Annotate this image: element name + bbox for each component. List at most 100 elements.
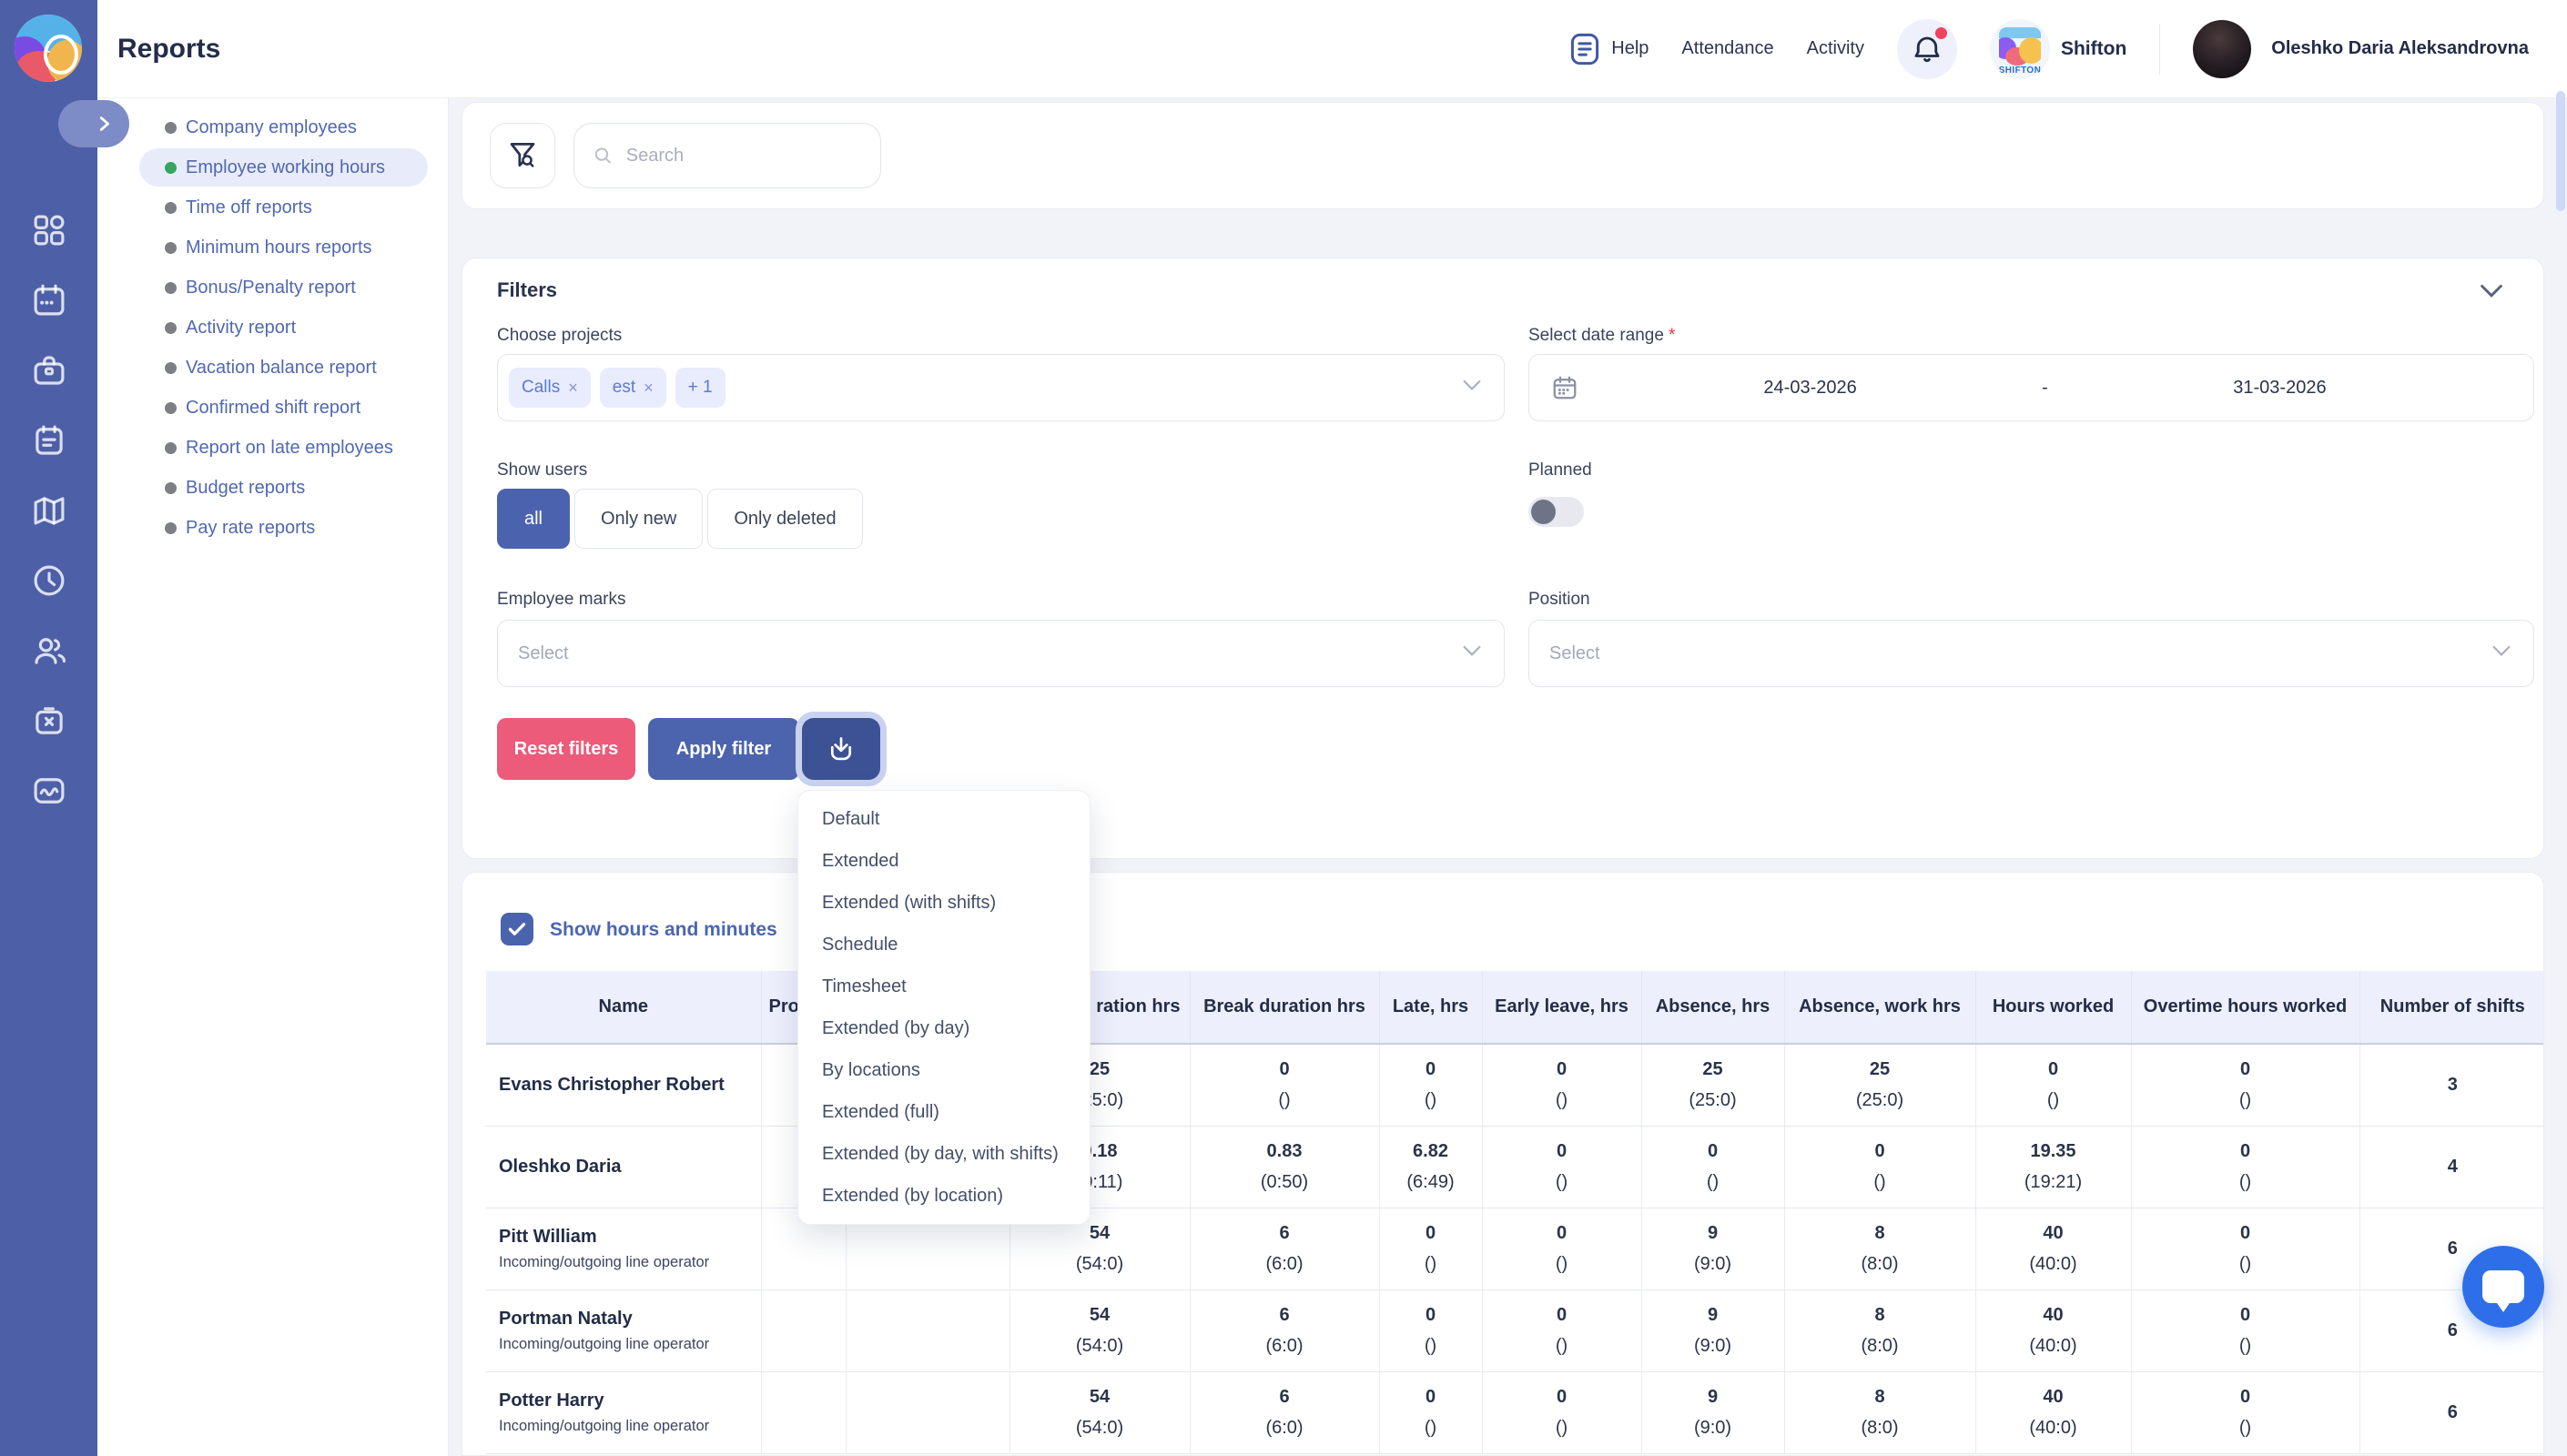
- dot-icon: [165, 282, 177, 294]
- brand-group[interactable]: SHIFTON Shifton: [1990, 19, 2126, 79]
- column-header: Name: [486, 971, 761, 1044]
- archive-x-icon[interactable]: [30, 702, 68, 740]
- table-row[interactable]: Pitt WilliamIncoming/outgoing line opera…: [486, 1208, 2544, 1289]
- apply-filter-button[interactable]: Apply filter: [648, 718, 799, 780]
- checkmark-icon: [507, 921, 527, 937]
- remove-chip-icon[interactable]: ×: [568, 379, 578, 398]
- date-separator: -: [2042, 378, 2048, 399]
- activity-chart-icon[interactable]: [30, 772, 68, 810]
- users-icon[interactable]: [30, 632, 68, 670]
- sidebar-item-label: Pay rate reports: [186, 518, 315, 539]
- export-menu-item[interactable]: Extended (by day, with shifts): [798, 1133, 1090, 1175]
- app-logo-icon[interactable]: [15, 15, 82, 82]
- date-range-label: Select date range*: [1528, 326, 1675, 346]
- clock-icon[interactable]: [30, 561, 68, 600]
- dashboard-grid-icon[interactable]: [30, 211, 68, 249]
- help-button[interactable]: Help: [1569, 31, 1649, 67]
- project-chip[interactable]: Calls×: [509, 368, 591, 408]
- employee-position: Incoming/outgoing line operator: [499, 1418, 761, 1435]
- value-cell: 0(): [2131, 1289, 2359, 1371]
- chat-widget-button[interactable]: [2462, 1246, 2544, 1328]
- position-select[interactable]: Select: [1528, 620, 2534, 687]
- sidebar-item[interactable]: Employee working hours: [139, 148, 428, 187]
- sidebar-item-label: Minimum hours reports: [186, 238, 372, 258]
- calendar-icon[interactable]: [30, 281, 68, 319]
- value-cell: 0(): [1641, 1126, 1784, 1208]
- value-cell: 6.82(6:49): [1379, 1126, 1482, 1208]
- sidebar-item[interactable]: Time off reports: [139, 188, 428, 227]
- sidebar-item[interactable]: Pay rate reports: [139, 509, 428, 547]
- dot-icon: [165, 482, 177, 494]
- planned-toggle[interactable]: [1528, 497, 1584, 527]
- notepad-icon[interactable]: [30, 421, 68, 460]
- value-cell: 9(9:0): [1641, 1208, 1784, 1289]
- export-menu-item[interactable]: Default: [798, 798, 1090, 840]
- column-header: Early leave, hrs: [1482, 971, 1641, 1044]
- table-row[interactable]: Oleshko Daria0.18(0:11)0.83(0:50)6.82(6:…: [486, 1126, 2544, 1208]
- value-cell: 4: [2359, 1126, 2544, 1208]
- project-chip[interactable]: est×: [600, 368, 666, 408]
- show-users-option-only-new[interactable]: Only new: [574, 489, 703, 549]
- reset-filters-button[interactable]: Reset filters: [497, 718, 635, 780]
- search-input[interactable]: [626, 146, 862, 167]
- export-menu-item[interactable]: Extended (full): [798, 1091, 1090, 1133]
- export-menu-item[interactable]: Extended (by day): [798, 1007, 1090, 1049]
- export-menu-item[interactable]: Extended (by location): [798, 1175, 1090, 1217]
- sidebar-item[interactable]: Report on late employees: [139, 429, 428, 467]
- user-name[interactable]: Oleshko Daria Aleksandrovna: [2271, 38, 2529, 59]
- sidebar-item[interactable]: Minimum hours reports: [139, 228, 428, 267]
- show-hours-label[interactable]: Show hours and minutes: [550, 919, 777, 941]
- employee-name: Pitt William: [499, 1227, 761, 1248]
- value-cell: 0.83(0:50): [1190, 1126, 1379, 1208]
- sidebar-item[interactable]: Activity report: [139, 308, 428, 347]
- table-row[interactable]: Portman NatalyIncoming/outgoing line ope…: [486, 1289, 2544, 1371]
- nav-activity[interactable]: Activity: [1807, 38, 1864, 59]
- table-row[interactable]: Evans Christopher Robert25(25:0)0()0()0(…: [486, 1044, 2544, 1126]
- sidebar-expand-button[interactable]: [58, 100, 129, 147]
- date-to-value[interactable]: 31-03-2026: [2048, 378, 2511, 399]
- reports-page: Reports Help Attendance Activity: [0, 0, 2567, 1456]
- projects-select[interactable]: Calls×est×+ 1: [497, 354, 1505, 421]
- sidebar-item[interactable]: Confirmed shift report: [139, 389, 428, 427]
- export-menu-item[interactable]: By locations: [798, 1049, 1090, 1091]
- notifications-button[interactable]: [1897, 19, 1957, 79]
- dot-icon: [165, 202, 177, 214]
- table-row[interactable]: Potter HarryIncoming/outgoing line opera…: [486, 1371, 2544, 1453]
- export-menu-item[interactable]: Extended: [798, 840, 1090, 882]
- remove-chip-icon[interactable]: ×: [644, 379, 654, 398]
- help-label: Help: [1611, 38, 1649, 59]
- sidebar-item[interactable]: Vacation balance report: [139, 349, 428, 387]
- scrollbar-thumb[interactable]: [2556, 91, 2565, 211]
- map-icon[interactable]: [30, 491, 68, 530]
- date-range-input[interactable]: 24-03-2026 - 31-03-2026: [1528, 354, 2534, 421]
- export-menu-item[interactable]: Extended (with shifts): [798, 882, 1090, 924]
- value-cell: 8(8:0): [1784, 1208, 1975, 1289]
- value-cell: 0(): [2131, 1371, 2359, 1453]
- user-avatar[interactable]: [2193, 20, 2251, 78]
- project-chip[interactable]: + 1: [675, 368, 725, 408]
- column-header: Hours worked: [1975, 971, 2131, 1044]
- export-menu-item[interactable]: Timesheet: [798, 966, 1090, 1007]
- table-header-row: NameProration hrsBreak duration hrsLate,…: [486, 971, 2544, 1044]
- column-header: Number of shifts: [2359, 971, 2544, 1044]
- dot-icon: [165, 322, 177, 334]
- sidebar-item[interactable]: Bonus/Penalty report: [139, 268, 428, 307]
- date-from-value[interactable]: 24-03-2026: [1578, 378, 2042, 399]
- show-hours-checkbox[interactable]: [501, 913, 533, 945]
- sidebar-item[interactable]: Company employees: [139, 108, 428, 147]
- sidebar-item[interactable]: Budget reports: [139, 469, 428, 507]
- value-cell: 0(): [1379, 1044, 1482, 1126]
- nav-attendance[interactable]: Attendance: [1681, 38, 1773, 59]
- export-menu-item[interactable]: Schedule: [798, 924, 1090, 966]
- value-cell: 3: [2359, 1044, 2544, 1126]
- export-button[interactable]: [802, 718, 880, 780]
- logo-clock-ring: [44, 35, 78, 75]
- filters-collapse-button[interactable]: [2480, 284, 2503, 303]
- employee-marks-select[interactable]: Select: [497, 620, 1505, 687]
- column-header: Overtime hours worked: [2131, 971, 2359, 1044]
- show-users-option-all[interactable]: all: [497, 489, 570, 549]
- filter-funnel-button[interactable]: [490, 123, 555, 188]
- show-users-option-only-deleted[interactable]: Only deleted: [707, 489, 862, 549]
- export-menu: DefaultExtendedExtended (with shifts)Sch…: [797, 790, 1091, 1225]
- briefcase-icon[interactable]: [30, 351, 68, 389]
